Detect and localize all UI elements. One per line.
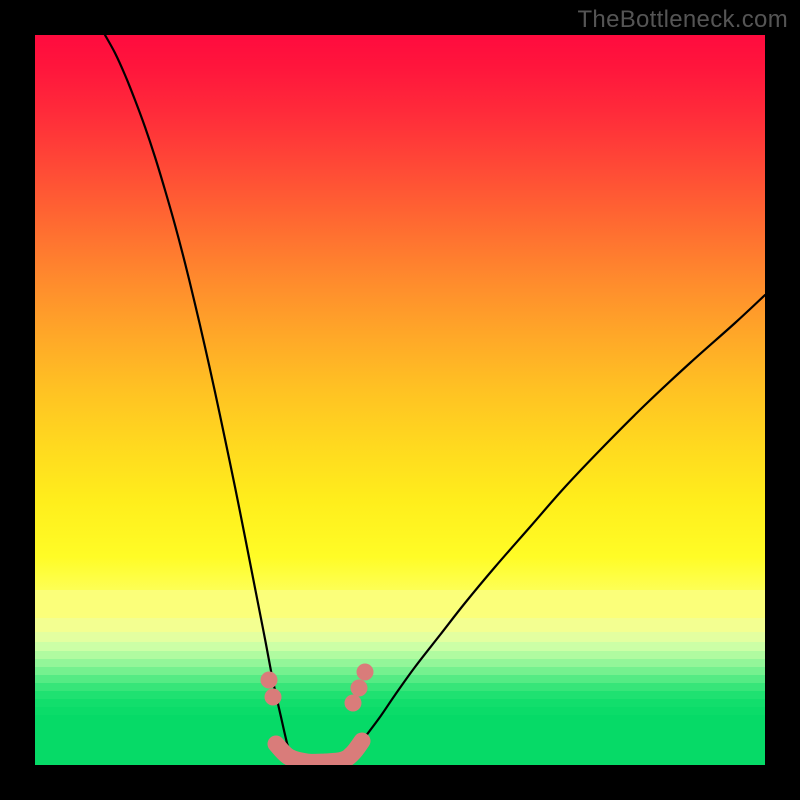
curve-marker-dot xyxy=(351,680,368,697)
curve-marker-dot xyxy=(345,695,362,712)
right-curve xyxy=(355,295,765,750)
curve-marker-dot xyxy=(261,672,278,689)
watermark-text: TheBottleneck.com xyxy=(577,6,788,34)
left-curve-markers xyxy=(261,672,282,706)
bottom-marker-path xyxy=(276,741,362,762)
chart-frame: TheBottleneck.com xyxy=(0,0,800,800)
chart-svg xyxy=(35,35,765,765)
left-curve xyxy=(105,35,291,755)
curve-marker-dot xyxy=(265,689,282,706)
curve-marker-dot xyxy=(357,664,374,681)
right-curve-markers xyxy=(345,664,374,712)
plot-area xyxy=(35,35,765,765)
